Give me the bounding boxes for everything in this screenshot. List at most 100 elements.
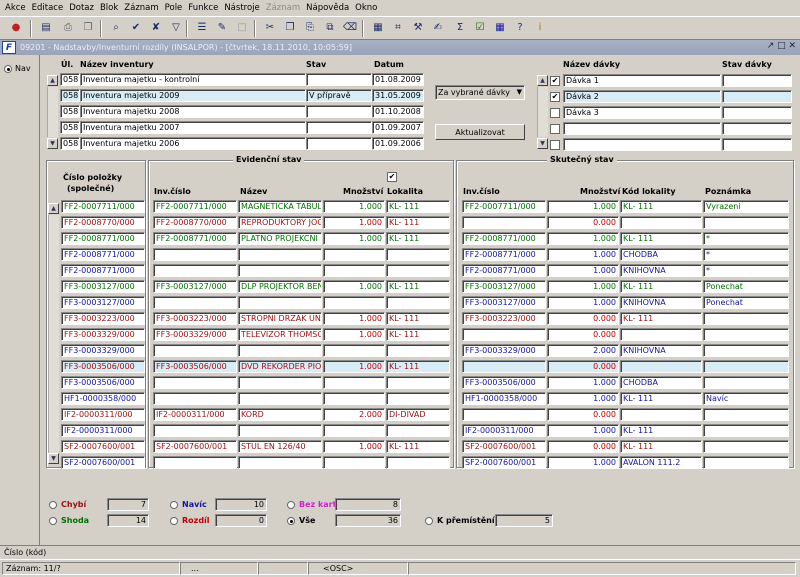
sk-kod-field[interactable]: KL- 111	[620, 280, 702, 293]
ev-inv-field[interactable]: FF2-0008771/000	[153, 232, 237, 245]
note-icon[interactable]: ✍	[430, 20, 446, 36]
ev-inv-field[interactable]	[153, 344, 237, 357]
ev-inv-field[interactable]	[153, 392, 237, 405]
ev-nazev-field[interactable]: STUL EN 126/40	[238, 440, 322, 453]
ev-inv-field[interactable]	[153, 424, 237, 437]
ev-mnozstvi-field[interactable]	[323, 456, 385, 469]
ev-lokalita-field[interactable]: KL- 111	[386, 232, 450, 245]
inventura-nazev[interactable]: Inventura majetku - kontrolní	[80, 73, 306, 86]
cislo-polozky-field[interactable]: FF3-0003127/000	[61, 296, 145, 309]
inventura-stav[interactable]	[306, 105, 372, 118]
sk-poznamka-field[interactable]	[703, 360, 789, 373]
exit-icon[interactable]: ●	[8, 20, 24, 36]
sk-mnozstvi-field[interactable]: 0.000	[547, 328, 619, 341]
sk-poznamka-field[interactable]: Vyrazeni	[703, 200, 789, 213]
ev-lokalita-field[interactable]: KL- 111	[386, 328, 450, 341]
davka-nazev[interactable]	[563, 122, 721, 135]
ev-nazev-field[interactable]: DVD REKORDER PIONEER	[238, 360, 322, 373]
evidencni-checkbox[interactable]: ✔	[387, 172, 397, 182]
ev-lokalita-field[interactable]	[386, 264, 450, 277]
sk-kod-field[interactable]: KL- 111	[620, 232, 702, 245]
sk-inv-field[interactable]: FF3-0003329/000	[462, 344, 546, 357]
inventura-nazev[interactable]: Inventura majetku 2009	[80, 89, 306, 102]
ev-nazev-field[interactable]: MAGNETICKA TABULE	[238, 200, 322, 213]
radio-icon[interactable]	[49, 500, 57, 509]
ev-lokalita-field[interactable]: KL- 111	[386, 360, 450, 373]
sk-mnozstvi-field[interactable]: 1.000	[547, 264, 619, 277]
ev-nazev-field[interactable]: STROPNI DRZAK UNI	[238, 312, 322, 325]
radio-icon[interactable]	[287, 500, 295, 509]
sk-poznamka-field[interactable]	[703, 440, 789, 453]
davka-stav[interactable]	[722, 74, 792, 87]
checklist-icon[interactable]: ☑	[472, 20, 488, 36]
cislo-polozky-field[interactable]: SF2-0007600/001	[61, 456, 145, 469]
grid-scroll-up-button[interactable]: ▲	[48, 203, 59, 214]
davka-stav[interactable]	[722, 122, 792, 135]
davka-stav[interactable]	[722, 138, 792, 151]
sk-mnozstvi-field[interactable]: 1.000	[547, 232, 619, 245]
ev-lokalita-field[interactable]: DI-DIVAD	[386, 408, 450, 421]
sk-mnozstvi-field[interactable]: 2.000	[547, 344, 619, 357]
ev-inv-field[interactable]: FF2-0008770/000	[153, 216, 237, 229]
ev-mnozstvi-field[interactable]	[323, 392, 385, 405]
ev-lokalita-field[interactable]	[386, 296, 450, 309]
davka-stav[interactable]	[722, 106, 792, 119]
inventura-nazev[interactable]: Inventura majetku 2006	[80, 137, 306, 150]
ev-inv-field[interactable]: IF2-0000311/000	[153, 408, 237, 421]
cislo-polozky-field[interactable]: FF2-0008771/000	[61, 232, 145, 245]
sk-poznamka-field[interactable]: *	[703, 264, 789, 277]
davka-checkbox[interactable]	[550, 124, 560, 134]
edit-icon[interactable]: ✎	[214, 20, 230, 36]
sk-kod-field[interactable]	[620, 408, 702, 421]
sk-poznamka-field[interactable]	[703, 376, 789, 389]
duplicate-icon[interactable]: ⧉	[322, 20, 338, 36]
execute-query-icon[interactable]: ✔	[128, 20, 144, 36]
sk-poznamka-field[interactable]: Ponechat	[703, 296, 789, 309]
save-icon[interactable]: ▤	[38, 20, 54, 36]
ev-nazev-field[interactable]: PLATNO PROJEKCNI	[238, 232, 322, 245]
copy-icon[interactable]: ❐	[80, 20, 96, 36]
menu-item[interactable]: Dotaz	[66, 3, 97, 13]
sk-inv-field[interactable]: FF2-0008771/000	[462, 248, 546, 261]
ev-mnozstvi-field[interactable]	[323, 344, 385, 357]
sk-kod-field[interactable]	[620, 360, 702, 373]
sk-mnozstvi-field[interactable]: 1.000	[547, 280, 619, 293]
ev-nazev-field[interactable]	[238, 344, 322, 357]
cislo-polozky-field[interactable]: IF2-0000311/000	[61, 424, 145, 437]
ev-mnozstvi-field[interactable]: 1.000	[323, 328, 385, 341]
sk-kod-field[interactable]: KL- 111	[620, 312, 702, 325]
sk-kod-field[interactable]: KL- 111	[620, 200, 702, 213]
cislo-polozky-field[interactable]: SF2-0007600/001	[61, 440, 145, 453]
davka-stav[interactable]	[722, 90, 792, 103]
ev-lokalita-field[interactable]	[386, 456, 450, 469]
clear-icon[interactable]: ⌫	[342, 20, 358, 36]
inventura-ul[interactable]: 058	[60, 89, 80, 102]
sk-kod-field[interactable]: CHODBA	[620, 248, 702, 261]
sk-kod-field[interactable]: KL- 111	[620, 424, 702, 437]
inventura-ul[interactable]: 058	[60, 105, 80, 118]
ev-mnozstvi-field[interactable]	[323, 424, 385, 437]
filter-icon[interactable]: ▽	[168, 20, 184, 36]
filter-radio-1[interactable]: Chybí	[49, 500, 86, 509]
info-icon[interactable]: i	[532, 20, 548, 36]
filter-radio-5[interactable]: Rozdíl	[170, 516, 210, 525]
sk-poznamka-field[interactable]	[703, 344, 789, 357]
filter-radio-6[interactable]: Vše	[287, 516, 315, 525]
radio-icon[interactable]	[170, 516, 178, 525]
sk-mnozstvi-field[interactable]: 0.000	[547, 216, 619, 229]
ev-mnozstvi-field[interactable]: 1.000	[323, 232, 385, 245]
sk-mnozstvi-field[interactable]: 1.000	[547, 248, 619, 261]
sk-mnozstvi-field[interactable]: 0.000	[547, 360, 619, 373]
sk-inv-field[interactable]: FF3-0003127/000	[462, 296, 546, 309]
inventura-stav[interactable]	[306, 121, 372, 134]
menu-item[interactable]: Nápověda	[303, 3, 352, 13]
ev-nazev-field[interactable]: KORD	[238, 408, 322, 421]
cislo-polozky-field[interactable]: HF1-0000358/000	[61, 392, 145, 405]
sk-kod-field[interactable]: KL- 111	[620, 440, 702, 453]
menu-item[interactable]: Záznam	[121, 3, 161, 13]
ev-mnozstvi-field[interactable]	[323, 296, 385, 309]
ev-nazev-field[interactable]: TELEVIZOR THOMSON	[238, 328, 322, 341]
print-icon[interactable]: ⎙	[60, 20, 76, 36]
sk-mnozstvi-field[interactable]: 0.000	[547, 440, 619, 453]
window-controls[interactable]: ↗ □ ✕	[767, 41, 796, 51]
